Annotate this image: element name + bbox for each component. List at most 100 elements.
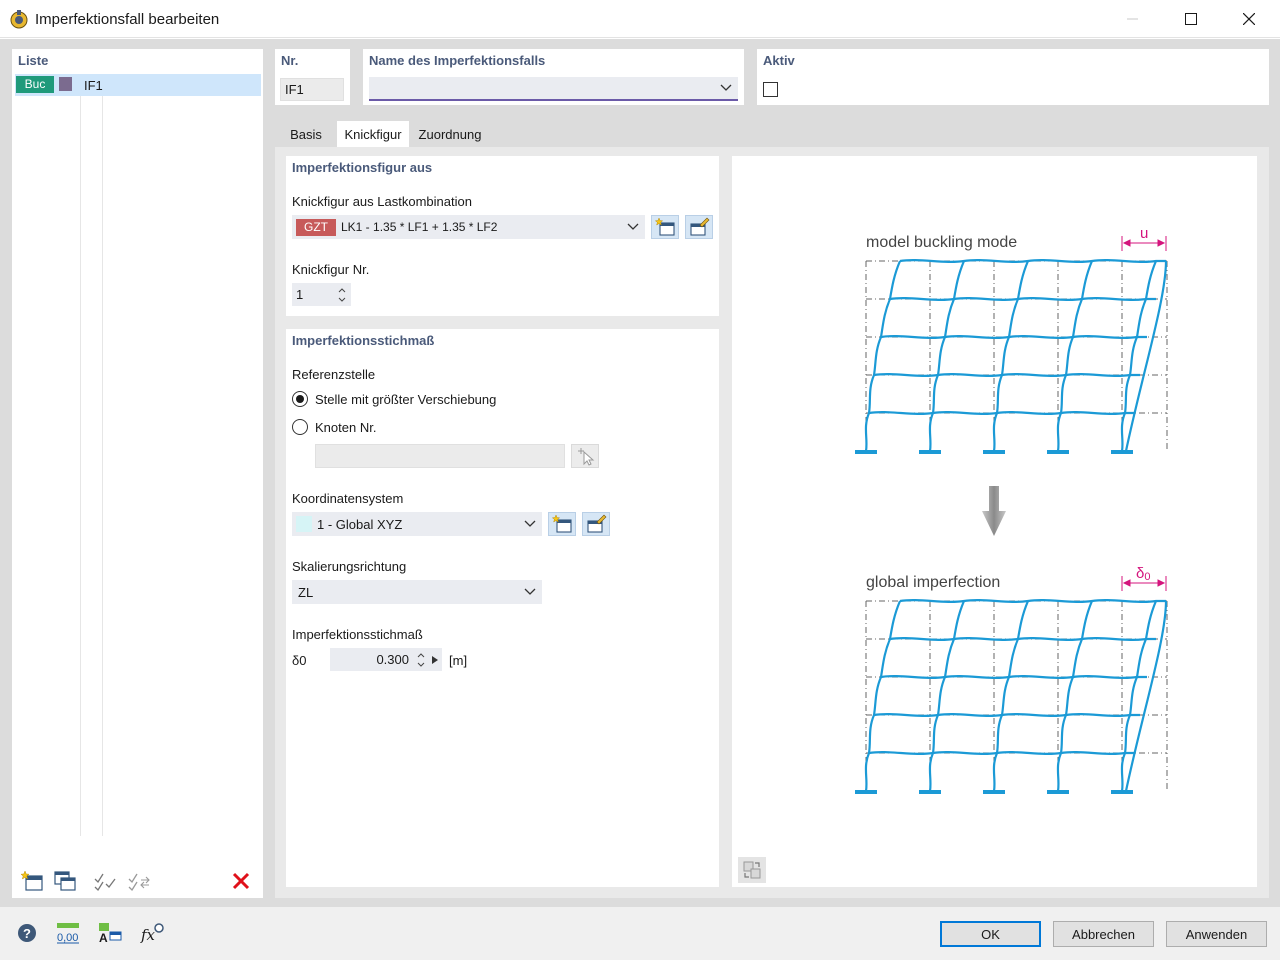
stichmass-value: 0.300 (376, 652, 409, 667)
window-title: Imperfektionsfall bearbeiten (35, 11, 220, 28)
help-button[interactable]: ? (12, 919, 42, 947)
switch-image-button[interactable] (738, 857, 766, 883)
tab-zuordnung[interactable]: Zuordnung (409, 121, 491, 147)
coord-color-swatch (296, 516, 312, 532)
knoten-input[interactable] (315, 444, 565, 468)
new-item-icon (20, 870, 43, 891)
new-lk-button[interactable] (651, 215, 679, 239)
svg-text:A: A (99, 931, 108, 944)
global-imperfection-label: global imperfection (866, 574, 1000, 591)
name-combobox[interactable] (369, 77, 738, 101)
list-item-tag: Buc (16, 76, 54, 93)
skalierungsrichtung-combobox[interactable]: ZL (292, 580, 542, 604)
svg-text:0,00: 0,00 (57, 932, 78, 944)
chevron-down-icon (524, 588, 536, 595)
title-bar: Imperfektionsfall bearbeiten (0, 0, 1280, 38)
stichmass-unit: [m] (449, 653, 468, 668)
tree-line (102, 96, 103, 836)
aktiv-panel (757, 49, 1269, 105)
minimize-icon (1127, 18, 1138, 20)
play-arrow-icon (432, 656, 438, 664)
cursor-pick-icon (578, 448, 595, 466)
deformed-column (1056, 600, 1094, 792)
list-item-color-swatch (59, 77, 72, 91)
maximize-button[interactable] (1162, 0, 1220, 38)
new-icon (551, 514, 572, 533)
liste-panel (12, 49, 263, 898)
svg-text:fx: fx (140, 926, 156, 944)
koordinatensystem-label: Koordinatensystem (292, 491, 404, 506)
edit-coord-button[interactable] (582, 512, 610, 536)
buckling-mode-frame (855, 259, 1168, 454)
radio-knoten-label: Knoten Nr. (315, 420, 377, 435)
deformed-column (864, 260, 902, 452)
skalierungsrichtung-value: ZL (298, 584, 314, 600)
close-button[interactable] (1220, 0, 1278, 38)
ok-button[interactable]: OK (940, 921, 1041, 947)
referenzstelle-label: Referenzstelle (292, 367, 376, 382)
edit-lk-button[interactable] (685, 215, 713, 239)
formula-button[interactable]: fx (137, 919, 167, 947)
nr-field: IF1 (280, 78, 344, 101)
aktiv-checkbox[interactable] (763, 82, 778, 97)
chevron-down-icon (627, 223, 639, 230)
deformed-column (992, 260, 1030, 452)
stichmass-input[interactable]: 0.300 (330, 648, 442, 671)
tab-knickfigur[interactable]: Knickfigur (337, 121, 409, 147)
stichmass-title: Imperfektionsstichmaß (292, 333, 435, 348)
lk-combobox[interactable]: GZT LK1 - 1.35 * LF1 + 1.35 * LF2 (292, 215, 645, 239)
new-item-button[interactable] (18, 868, 46, 894)
deformed-beam (889, 637, 1156, 641)
minimize-button[interactable] (1104, 0, 1162, 38)
spinner-arrows-icon (338, 288, 346, 302)
cancel-button[interactable]: Abbrechen (1053, 921, 1154, 947)
apply-button[interactable]: Anwenden (1166, 921, 1267, 947)
units-button[interactable]: 0,00 (53, 919, 83, 947)
copy-item-icon (54, 871, 76, 891)
spinner-arrows-icon (417, 653, 425, 667)
deformed-column (928, 600, 966, 792)
deformed-beam (880, 675, 1147, 679)
lk-tag: GZT (296, 219, 336, 236)
help-icon: ? (18, 924, 36, 942)
new-coord-button[interactable] (548, 512, 576, 536)
nr-label: Nr. (281, 53, 299, 68)
display-settings-button[interactable]: A (95, 919, 125, 947)
stichmass-group (286, 329, 719, 887)
pick-node-button[interactable] (571, 444, 599, 468)
global-imperfection-frame (855, 599, 1168, 794)
buckling-diagram: model buckling mode global imperfection … (855, 225, 1168, 794)
column-support (855, 450, 877, 454)
maximize-icon (1185, 13, 1197, 25)
column-support (1111, 450, 1133, 454)
deformed-beam (880, 335, 1147, 339)
radio-knoten[interactable] (292, 419, 308, 435)
delta0-dimension-label: δ0 (1136, 565, 1150, 583)
knickfigur-nr-spinner[interactable]: 1 (292, 283, 351, 306)
deformed-column (1120, 600, 1158, 792)
delete-item-button[interactable] (227, 868, 255, 894)
list-item[interactable]: Buc IF1 (15, 74, 261, 96)
switch-image-icon (743, 861, 761, 879)
deformed-column (1056, 260, 1094, 452)
delta0-symbol: δ0 (292, 653, 307, 668)
column-support (855, 790, 877, 794)
formula-icon: fx (140, 923, 164, 944)
list-item-name: IF1 (84, 78, 103, 93)
lk-label: Knickfigur aus Lastkombination (292, 194, 472, 209)
toggle-check-icon (128, 873, 150, 892)
column-support (983, 450, 1005, 454)
check-all-button[interactable] (92, 868, 120, 894)
knickfigur-nr-value: 1 (296, 287, 304, 302)
toggle-check-button[interactable] (126, 868, 154, 894)
chevron-down-icon (720, 84, 732, 91)
radio-groesste-verschiebung[interactable] (292, 391, 308, 407)
deformed-beam (868, 411, 1135, 415)
u-dimension-label: u (1140, 225, 1148, 242)
tab-basis[interactable]: Basis (275, 121, 337, 147)
copy-item-button[interactable] (51, 868, 79, 894)
koordinatensystem-value: 1 - Global XYZ (317, 517, 403, 532)
koordinatensystem-combobox[interactable]: 1 - Global XYZ (292, 512, 542, 536)
liste-title: Liste (18, 53, 49, 68)
column-support (1111, 790, 1133, 794)
